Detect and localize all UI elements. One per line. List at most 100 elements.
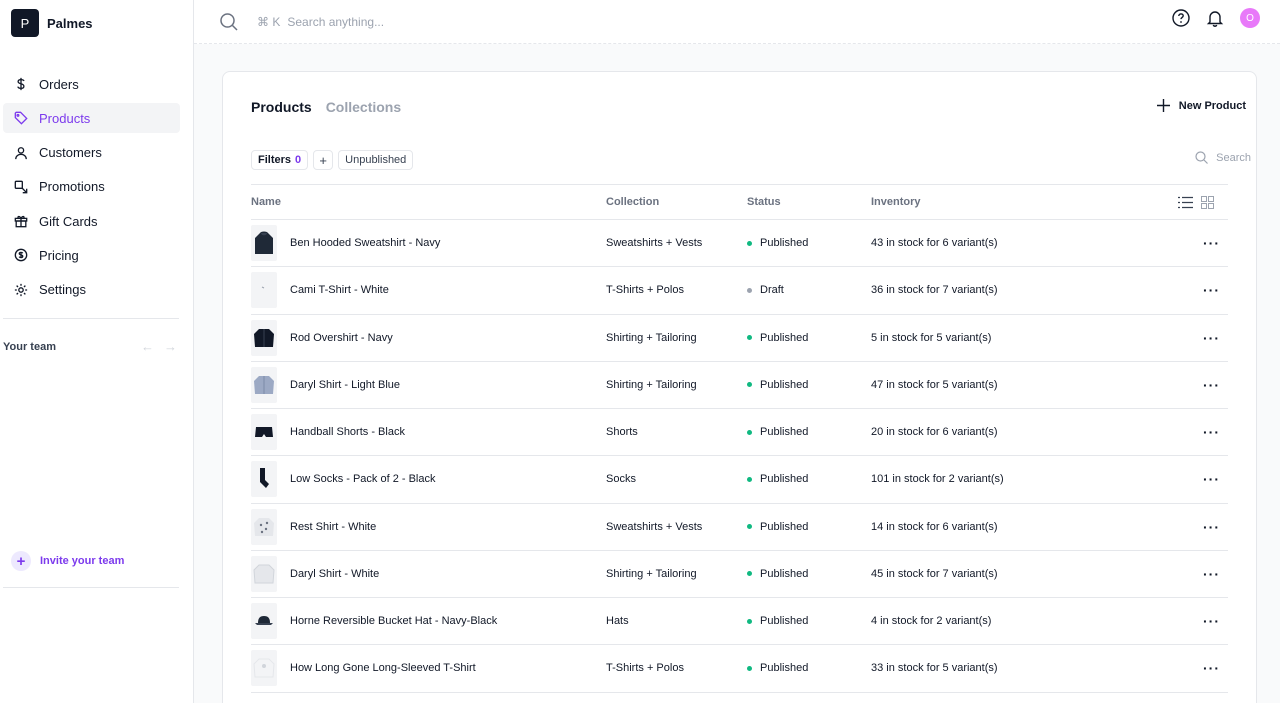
table-row[interactable]: Horne Reversible Bucket Hat - Navy-Black… [251,597,1228,646]
more-actions-icon[interactable]: ··· [1203,660,1220,676]
row-actions-cell: ··· [1141,597,1228,646]
tab-collections[interactable]: Collections [326,99,401,115]
table-row[interactable]: Low Socks - Pack of 2 - Black Socks Publis… [251,455,1228,504]
table-row[interactable]: Handball Shorts - Black Shorts Published 20… [251,408,1228,457]
bell-icon[interactable] [1206,9,1224,27]
row-actions-cell: ··· [1141,503,1228,551]
product-thumbnail [251,225,277,262]
cell-inventory: 5 in stock for 5 variant(s) [871,314,1141,362]
more-actions-icon[interactable]: ··· [1203,330,1220,346]
nav-item-settings[interactable]: Settings [3,275,180,305]
product-name: Low Socks - Pack of 2 - Black [290,473,436,486]
status-label: Published [760,237,809,250]
cell-inventory: 33 in stock for 5 variant(s) [871,644,1141,693]
cell-collection: T-Shirts + Polos [606,644,747,693]
new-product-button[interactable]: New Product [1156,99,1246,112]
cell-inventory: 36 in stock for 7 variant(s) [871,266,1141,315]
global-search-input[interactable] [287,14,588,29]
grid-view-icon[interactable] [1201,195,1214,209]
table-row[interactable]: Rest Shirt - White Sweatshirts + Vests Pub… [251,503,1228,551]
more-actions-icon[interactable]: ··· [1203,282,1220,298]
search-icon [220,12,238,31]
status-dot-icon [747,287,752,293]
help-icon[interactable] [1172,9,1190,27]
sidebar-divider [3,317,179,319]
more-actions-icon[interactable]: ··· [1203,424,1220,440]
more-actions-icon[interactable]: ··· [1203,566,1220,582]
status-dot-icon [747,335,752,341]
cell-collection: Sweatshirts + Vests [606,219,747,268]
table-search[interactable]: Search [1195,151,1251,164]
cell-inventory: 101 in stock for 2 variant(s) [871,455,1141,504]
more-actions-icon[interactable]: ··· [1203,519,1220,535]
coin-icon [14,249,28,262]
cell-inventory: 20 in stock for 6 variant(s) [871,408,1141,457]
status-dot-icon [747,571,752,577]
nav-item-pricing[interactable]: Pricing [3,240,180,270]
status-dot-icon [747,382,752,388]
more-actions-icon[interactable]: ··· [1203,377,1220,393]
table-row[interactable]: Daryl Shirt - Light Blue Shirting + Tailo… [251,361,1228,410]
list-view-icon[interactable] [1178,196,1193,209]
more-actions-icon[interactable]: ··· [1203,471,1220,487]
cell-collection: Socks [606,455,747,504]
plus-icon: + [11,551,31,571]
product-name: Handball Shorts - Black [290,426,405,439]
filters-button[interactable]: Filters 0 [251,150,309,170]
topbar: ⌘ K O [194,0,1280,44]
team-section-header: Your team ← → [0,334,193,360]
table-row[interactable]: Rod Overshirt - Navy Shirting + Tailoring… [251,314,1228,362]
cell-status: Published [747,361,871,410]
plus-icon: + [319,152,327,168]
more-actions-icon[interactable]: ··· [1203,613,1220,629]
invite-team-button[interactable]: + Invite your team [11,551,124,571]
nav-item-gift-cards[interactable]: Gift Cards [3,206,180,236]
nav-item-label: Settings [39,282,86,298]
nav-item-label: Customers [39,145,102,161]
user-avatar[interactable]: O [1240,8,1260,28]
product-tabs: Products Collections [251,99,401,115]
arrow-left-icon[interactable]: ← [141,339,154,354]
table-row[interactable]: How Long Gone Long-Sleeved T-Shirt T-Shir… [251,644,1228,693]
plus-icon [1156,99,1170,112]
promotion-icon [14,180,28,194]
product-name: Rest Shirt - White [290,520,377,533]
cell-name: Daryl Shirt - Light Blue [251,361,606,410]
nav-item-label: Promotions [39,179,105,195]
product-name: Ben Hooded Sweatshirt - Navy [290,237,441,250]
table-search-placeholder: Search [1216,151,1251,164]
filters-count: 0 [295,154,302,166]
table-row[interactable]: Daryl Shirt - White Shirting + Tailoring P… [251,550,1228,599]
tab-products[interactable]: Products [251,99,312,115]
column-header-inventory[interactable]: Inventory [871,184,1141,220]
status-dot-icon [747,429,752,435]
topbar-actions: O [1172,8,1260,28]
table-row[interactable]: Ben Hooded Sweatshirt - Navy Sweatshirts … [251,219,1228,268]
row-actions-cell: ··· [1141,644,1228,693]
status-dot-icon [747,665,752,671]
status-label: Published [760,567,809,580]
status-label: Draft [760,284,784,297]
search-icon [1195,151,1209,164]
column-header-name[interactable]: Name [251,184,606,220]
column-header-status[interactable]: Status [747,184,871,220]
add-filter-button[interactable]: + [313,150,334,170]
status-label: Published [760,378,809,391]
more-actions-icon[interactable]: ··· [1203,235,1220,251]
cell-inventory: 43 in stock for 6 variant(s) [871,219,1141,268]
nav-item-customers[interactable]: Customers [3,138,180,168]
invite-team-label: Invite your team [40,555,125,567]
nav-item-orders[interactable]: Orders [3,69,180,99]
cell-inventory: 47 in stock for 5 variant(s) [871,361,1141,410]
cell-status: Published [747,597,871,646]
product-name: Horne Reversible Bucket Hat - Navy-Black [290,615,498,628]
arrow-right-icon[interactable]: → [164,339,177,354]
nav-item-products[interactable]: Products [3,103,180,134]
column-header-collection[interactable]: Collection [606,184,747,220]
nav-item-promotions[interactable]: Promotions [3,172,180,202]
nav-item-label: Products [39,110,91,126]
cell-status: Published [747,314,871,362]
table-row[interactable]: Cami T-Shirt - White T-Shirts + Polos Draf… [251,266,1228,315]
brand[interactable]: P Palmes [0,0,193,46]
filter-chip-unpublished[interactable]: Unpublished [338,150,414,170]
